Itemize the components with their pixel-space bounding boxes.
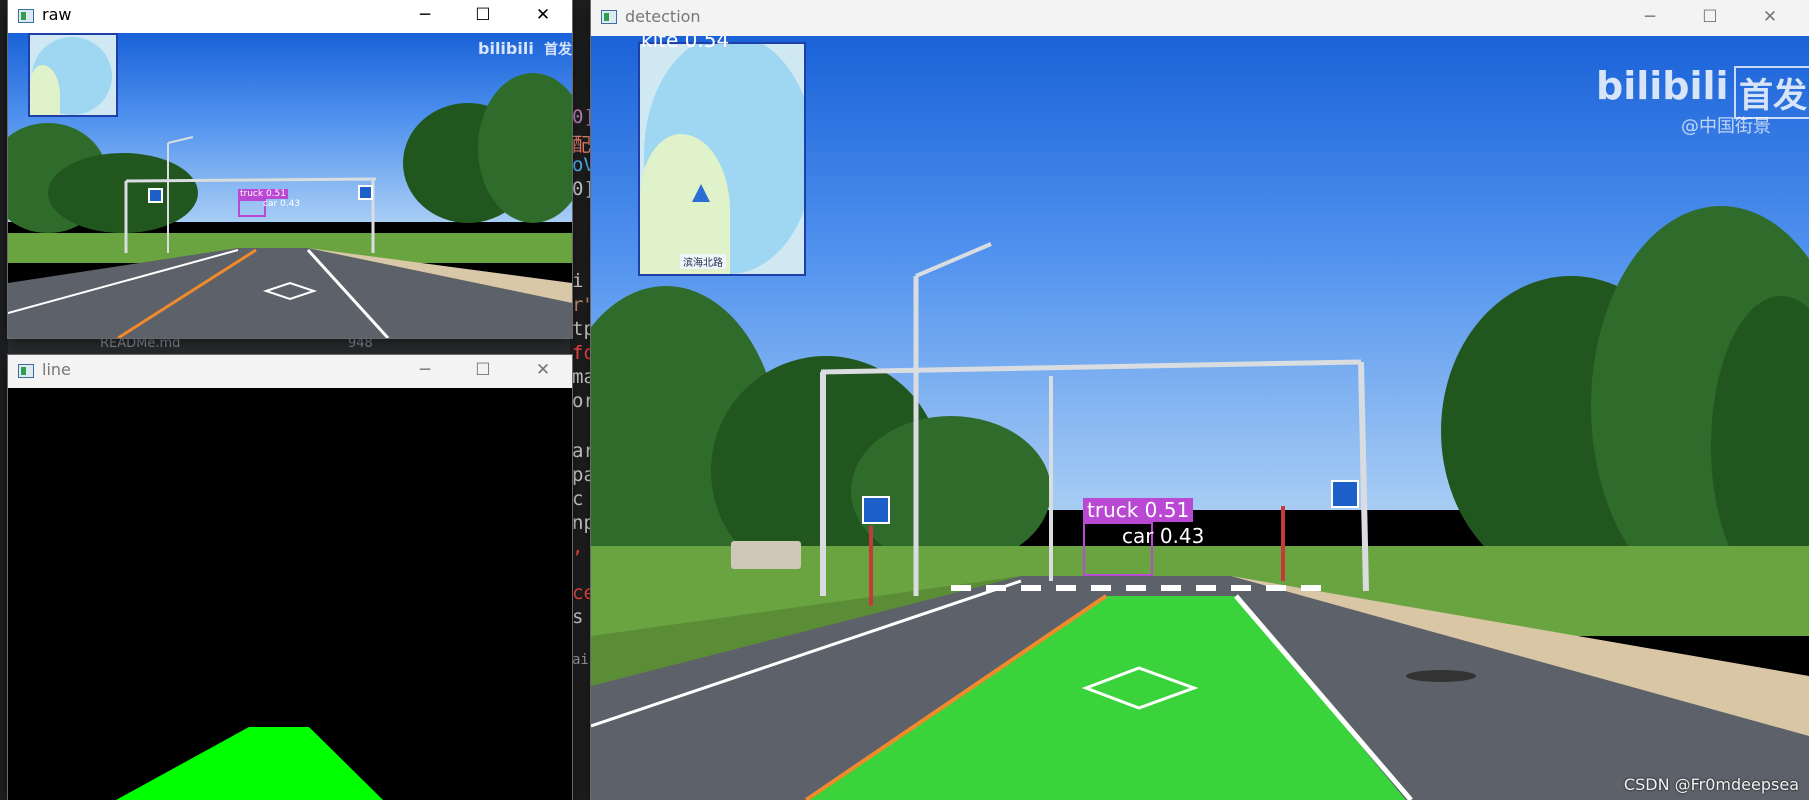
line-window: line ─ ☐ ✕ <box>8 355 572 800</box>
detection-titlebar[interactable]: detection ─ ☐ ✕ <box>591 0 1809 36</box>
raw-window: raw ─ ☐ ✕ truck 0.51 car 0.43 bilibili 首… <box>8 0 572 338</box>
lane-mask <box>116 727 383 800</box>
car-detection-label: car 0.43 <box>1122 524 1205 548</box>
close-button[interactable]: ✕ <box>1741 0 1799 36</box>
watermark-brand: bilibili <box>1596 64 1729 108</box>
line-titlebar[interactable]: line ─ ☐ ✕ <box>8 355 572 388</box>
close-icon: ✕ <box>535 360 551 380</box>
kite-detection-label: kite 0.54 <box>641 36 730 52</box>
truck-detection-box <box>238 199 266 217</box>
editor-fragment: , <box>572 536 584 558</box>
background-file-name: READMe.md <box>100 336 181 351</box>
raw-titlebar[interactable]: raw ─ ☐ ✕ <box>8 0 572 33</box>
truck-detection-label: truck 0.51 <box>238 189 288 199</box>
opencv-window-icon <box>18 364 34 378</box>
crosswalk-sign <box>1331 480 1359 508</box>
detection-minimap: 滨海北路 <box>638 42 806 276</box>
close-button[interactable]: ✕ <box>514 355 572 388</box>
watermark-channel: @中国街景 <box>1681 116 1771 137</box>
maximize-icon: ☐ <box>1702 7 1718 27</box>
truck-detection-label: truck 0.51 <box>1083 498 1194 522</box>
stone-monument <box>731 541 801 569</box>
raw-minimap <box>28 33 118 117</box>
minimize-icon: ─ <box>419 5 431 25</box>
minimize-button[interactable]: ─ <box>396 0 454 33</box>
editor-fragment: s <box>572 606 584 628</box>
editor-fragment: c <box>572 488 584 510</box>
minimize-icon: ─ <box>1644 7 1656 27</box>
watermark-tag: 首发 <box>544 42 572 58</box>
navigation-arrow-icon <box>692 184 710 202</box>
crosswalk-sign <box>862 496 890 524</box>
minimize-icon: ─ <box>419 360 431 380</box>
background-file-number: 948 <box>348 336 373 351</box>
car-detection-label: car 0.43 <box>263 199 301 209</box>
detection-window: detection ─ ☐ ✕ truck 0.51 car 0.43 滨海北路… <box>591 0 1809 800</box>
window-title: line <box>42 360 71 379</box>
minimize-button[interactable]: ─ <box>1621 0 1679 36</box>
maximize-icon: ☐ <box>475 360 491 380</box>
raw-video-frame: truck 0.51 car 0.43 bilibili 首发 <box>8 33 572 338</box>
crosswalk-sign <box>148 188 163 203</box>
crosswalk-sign <box>358 185 373 200</box>
csdn-credit: CSDN @Fr0mdeepsea <box>1623 775 1799 794</box>
close-icon: ✕ <box>535 5 551 25</box>
editor-fragment: i <box>572 270 584 292</box>
maximize-icon: ☐ <box>475 5 491 25</box>
window-title: raw <box>42 5 72 24</box>
maximize-button[interactable]: ☐ <box>454 0 512 33</box>
maximize-button[interactable]: ☐ <box>1681 0 1739 36</box>
background-file-strip: READMe.md 948 <box>8 336 570 354</box>
editor-fragment: 配 <box>572 134 592 156</box>
minimize-button[interactable]: ─ <box>396 355 454 388</box>
watermark-brand: bilibili <box>478 39 534 58</box>
line-mask-frame <box>8 388 572 800</box>
minimap-road-label: 滨海北路 <box>680 254 726 269</box>
opencv-window-icon <box>601 10 617 24</box>
close-button[interactable]: ✕ <box>514 0 572 33</box>
window-title: detection <box>625 7 701 26</box>
opencv-window-icon <box>18 9 34 23</box>
close-icon: ✕ <box>1762 7 1778 27</box>
detection-video-frame: truck 0.51 car 0.43 滨海北路 kite 0.54 bilib… <box>591 36 1809 800</box>
maximize-button[interactable]: ☐ <box>454 355 512 388</box>
